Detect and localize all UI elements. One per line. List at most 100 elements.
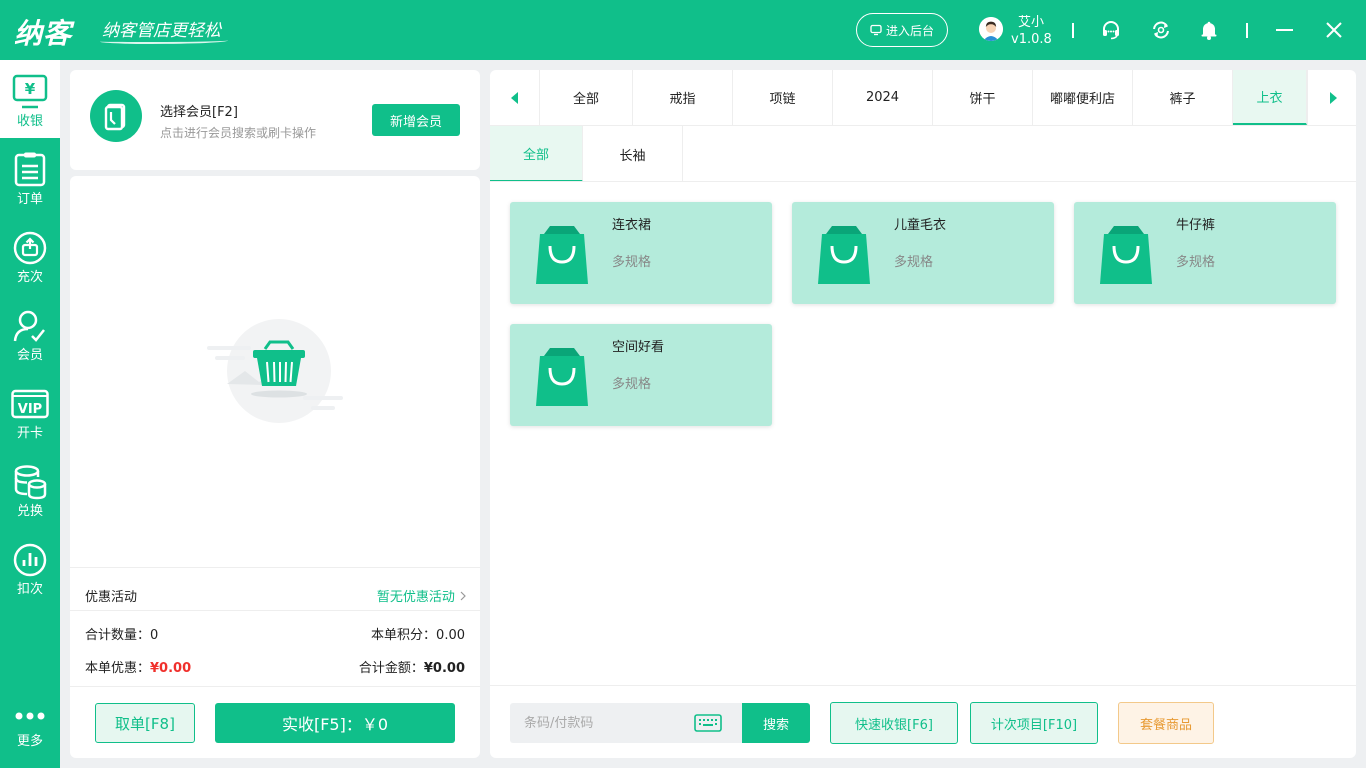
deduct-icon [13,543,47,577]
shopping-bag-icon [536,226,588,284]
nav-label: 订单 [16,192,43,207]
search-button[interactable]: 搜索 [742,703,810,743]
slogan-underline [100,38,228,44]
monitor-icon [870,24,882,36]
divider [490,685,1356,686]
category-tab-biscuit[interactable]: 饼干 [933,70,1033,125]
order-points-value: 0.00 [436,628,465,643]
empty-basket-icon [207,319,343,423]
sidebar: ¥ 收银 订单 充次 会员 VIP 开卡 兑换 扣次 更多 [0,60,60,768]
subcategory-tab-long-sleeve[interactable]: 长袖 [583,126,683,182]
divider [70,610,480,611]
order-points: 本单积分：0.00 [371,624,465,643]
category-tab-dudu-store[interactable]: 嘟嘟便利店 [1033,70,1133,125]
order-total-label: 合计金额： [358,661,424,676]
minimize-icon[interactable] [1274,19,1296,41]
enter-backend-button[interactable]: 进入后台 [856,13,948,47]
product-name: 连衣裙 [612,218,652,233]
user-avatar[interactable] [979,17,1003,41]
cart-panel: 优惠活动 暂无优惠活动 合计数量：0 本单积分：0.00 本单优惠：¥0.00 … [70,176,480,758]
enter-backend-label: 进入后台 [885,23,934,38]
app-version: v1.0.8 [1011,32,1052,47]
keyboard-icon[interactable] [694,713,722,733]
category-tab-2024[interactable]: 2024 [833,70,933,125]
order-total-value: ¥0.00 [423,661,465,676]
nav-label: 会员 [16,348,43,363]
category-tab-necklace[interactable]: 项链 [733,70,833,125]
category-tab-ring[interactable]: 戒指 [633,70,733,125]
product-card[interactable]: 连衣裙 多规格 [510,202,772,304]
svg-text:VIP: VIP [18,402,42,417]
product-spec: 多规格 [612,255,652,270]
shopping-bag-icon [1100,226,1152,284]
category-prev-button[interactable] [490,70,540,125]
new-member-button[interactable]: 新增会员 [372,104,460,136]
divider [70,686,480,687]
exchange-icon [14,465,47,500]
more-icon [15,712,45,720]
category-tab-tops[interactable]: 上衣 [1233,70,1307,125]
total-quantity-label: 合计数量： [85,628,151,643]
take-order-button[interactable]: 取单[F8] [95,703,195,743]
nav-label: 充次 [16,270,43,285]
select-member-title[interactable]: 选择会员[F2] [160,101,238,120]
shopping-bag-icon [818,226,870,284]
nav-orders[interactable]: 订单 [0,138,60,216]
subcategory-tab-all[interactable]: 全部 [490,126,583,182]
product-name: 空间好看 [612,340,665,355]
promotion-label: 优惠活动 [85,590,138,605]
nav-recharge[interactable]: 充次 [0,216,60,294]
pay-button[interactable]: 实收[F5]：￥0 [215,703,455,743]
recharge-icon [13,231,47,265]
product-spec: 多规格 [894,255,934,270]
product-card[interactable]: 牛仔裤 多规格 [1074,202,1336,304]
product-name: 牛仔裤 [1176,218,1216,233]
order-discount: 本单优惠：¥0.00 [85,657,191,676]
sync-icon[interactable] [1150,19,1172,41]
product-card[interactable]: 儿童毛衣 多规格 [792,202,1054,304]
nav-exchange[interactable]: 兑换 [0,450,60,528]
product-panel: 全部 戒指 项链 2024 饼干 嘟嘟便利店 裤子 上衣 全部 长袖 连衣裙 多… [490,70,1356,758]
shopping-bag-icon [536,348,588,406]
nav-open-card[interactable]: VIP 开卡 [0,372,60,450]
order-total: 合计金额：¥0.00 [359,657,465,676]
promotion-value: 暂无优惠活动 [376,590,455,605]
member-card-icon[interactable] [90,90,142,142]
order-icon [14,152,46,187]
product-card[interactable]: 空间好看 多规格 [510,324,772,426]
divider [1246,23,1248,38]
cashier-icon: ¥ [12,74,48,109]
combo-products-button[interactable]: 套餐商品 [1118,702,1214,744]
caret-right-icon [1329,91,1337,104]
nav-more[interactable]: 更多 [0,698,60,768]
member-panel: 选择会员[F2] 点击进行会员搜索或刷卡操作 新增会员 [70,70,480,170]
caret-left-icon [510,91,518,104]
nav-label: 开卡 [16,426,43,441]
divider [1072,23,1074,38]
nav-label: 扣次 [16,582,43,597]
nav-label: 兑换 [16,504,43,519]
quick-cashier-button[interactable]: 快速收银[F6] [830,702,958,744]
user-name: 艾小 [1017,15,1044,30]
avatar-icon [979,17,1003,41]
nav-members[interactable]: 会员 [0,294,60,372]
nav-cashier[interactable]: ¥ 收银 [0,60,60,138]
chevron-right-icon [460,591,466,601]
promotion-link[interactable]: 暂无优惠活动 [377,586,467,605]
product-name: 儿童毛衣 [894,218,947,233]
app-logo: 纳客 [14,17,73,50]
order-points-label: 本单积分： [371,628,437,643]
product-spec: 多规格 [1176,255,1216,270]
category-tab-all[interactable]: 全部 [540,70,633,125]
nav-label: 更多 [16,734,43,749]
close-icon[interactable] [1323,19,1345,41]
order-discount-label: 本单优惠： [85,661,151,676]
nav-label: 收银 [16,114,43,129]
total-quantity-value: 0 [150,628,159,643]
nav-deduct[interactable]: 扣次 [0,528,60,606]
category-next-button[interactable] [1307,70,1356,125]
count-items-button[interactable]: 计次项目[F10] [970,702,1098,744]
customer-service-icon[interactable] [1100,19,1122,41]
bell-icon[interactable] [1198,19,1220,41]
category-tab-pants[interactable]: 裤子 [1133,70,1233,125]
